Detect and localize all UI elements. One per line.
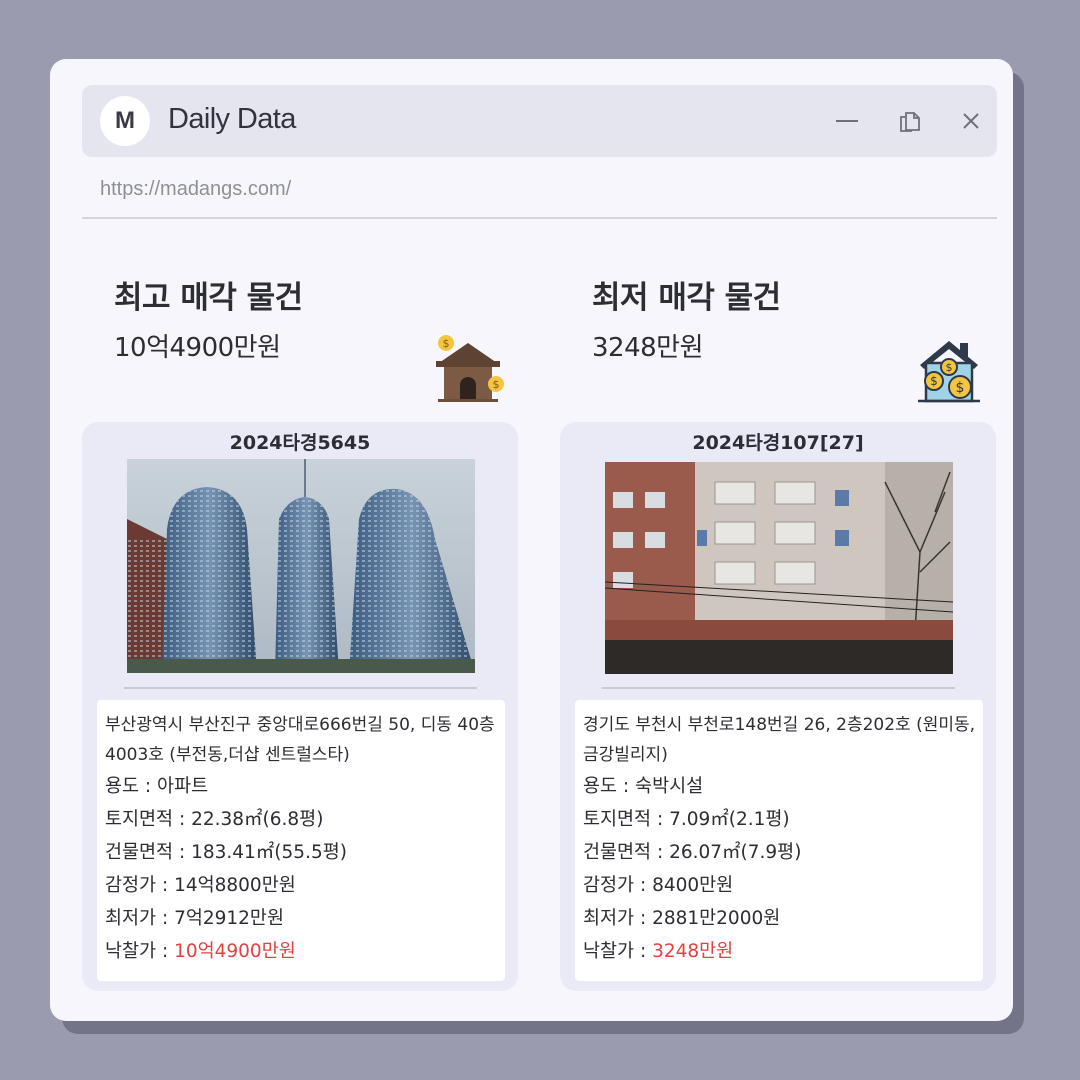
winning-bid-label: 낙찰가 : [105,941,175,962]
appraisal-row: 감정가 : 8400만원 [583,869,983,902]
building-area-label: 건물면적 : [583,842,670,863]
land-area-value: 7.09㎡(2.1평) [669,809,790,830]
winning-bid-row: 낙찰가 : 10억4900만원 [105,935,505,968]
usage-row: 용도 : 숙박시설 [583,770,983,803]
photo-divider [124,687,477,689]
case-number: 2024타경5645 [229,432,371,454]
svg-text:$: $ [443,337,450,350]
building-area-value: 183.41㎡(55.5평) [191,842,347,863]
svg-text:$: $ [930,374,938,388]
appraisal-value: 14억8800만원 [174,875,296,896]
house-with-coins-icon: $ $ [432,333,504,409]
property-info: 부산광역시 부산진구 중앙대로666번길 50, 디동 40층4003호 (부전… [97,700,505,981]
highest-price: 10억4900만원 [114,333,281,363]
app-logo: M [100,96,150,146]
highest-heading: 최고 매각 물건 [114,280,303,316]
building-area-row: 건물면적 : 183.41㎡(55.5평) [105,836,505,869]
winning-bid-value: 3248만원 [652,941,734,962]
svg-text:$: $ [956,380,965,396]
title-bar: M Daily Data [82,85,997,157]
winning-bid-row: 낙찰가 : 3248만원 [583,935,983,968]
usage-label: 용도 : [583,776,636,797]
lowest-price: 3248만원 [592,333,704,363]
usage-value: 숙박시설 [635,776,704,797]
property-address: 경기도 부천시 부천로148번길 26, 2층202호 (원미동,금강빌리지) [583,715,976,765]
photo-divider [602,687,955,689]
copy-icon[interactable] [894,105,926,137]
building-area-label: 건물면적 : [105,842,192,863]
winning-bid-value: 10억4900만원 [174,941,296,962]
case-number: 2024타경107[27] [692,432,864,454]
usage-value: 아파트 [157,776,209,797]
lowest-heading: 최저 매각 물건 [592,280,781,316]
house-with-coins-icon: $ $ $ [916,337,982,409]
divider [82,217,997,219]
minimum-price-label: 최저가 : [105,908,175,929]
land-area-row: 토지면적 : 7.09㎡(2.1평) [583,803,983,836]
minimum-price-label: 최저가 : [583,908,653,929]
appraisal-value: 8400만원 [652,875,734,896]
app-window: M Daily Data https://madangs.com/ 최고 매각 … [50,59,1013,1021]
land-area-label: 토지면적 : [105,809,192,830]
lowest-property-card[interactable]: 2024타경107[27] 경기도 부천시 부천로148번길 26, 2층202… [560,422,996,991]
close-icon[interactable] [955,105,987,137]
property-photo [605,462,953,676]
app-title: Daily Data [168,103,296,135]
property-address: 부산광역시 부산진구 중앙대로666번길 50, 디동 40층4003호 (부전… [105,715,495,765]
building-area-value: 26.07㎡(7.9평) [669,842,802,863]
minimum-price-row: 최저가 : 7억2912만원 [105,902,505,935]
minimize-icon[interactable] [831,105,863,137]
land-area-value: 22.38㎡(6.8평) [191,809,324,830]
appraisal-label: 감정가 : [105,875,175,896]
url-text[interactable]: https://madangs.com/ [100,178,291,201]
usage-row: 용도 : 아파트 [105,770,505,803]
svg-text:$: $ [946,361,953,374]
property-info: 경기도 부천시 부천로148번길 26, 2층202호 (원미동,금강빌리지) … [575,700,983,981]
minimum-price-row: 최저가 : 2881만2000원 [583,902,983,935]
usage-label: 용도 : [105,776,158,797]
appraisal-label: 감정가 : [583,875,653,896]
minimum-price-value: 7억2912만원 [174,908,284,929]
land-area-label: 토지면적 : [583,809,670,830]
highest-property-card[interactable]: 2024타경5645 부산광역시 부산진구 중앙대로666번길 50, 디동 4… [82,422,518,991]
minimum-price-value: 2881만2000원 [652,908,781,929]
winning-bid-label: 낙찰가 : [583,941,653,962]
svg-text:$: $ [493,378,500,391]
appraisal-row: 감정가 : 14억8800만원 [105,869,505,902]
property-photo [127,459,475,673]
land-area-row: 토지면적 : 22.38㎡(6.8평) [105,803,505,836]
building-area-row: 건물면적 : 26.07㎡(7.9평) [583,836,983,869]
